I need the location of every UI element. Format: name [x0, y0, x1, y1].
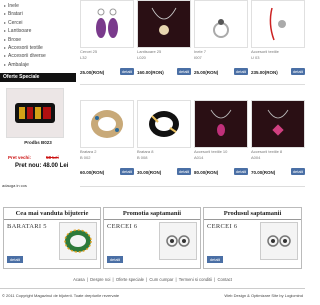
weekly-promo-box: Promotia saptamanii CERCEI 6 detalii: [103, 207, 201, 269]
details-button[interactable]: detalii: [177, 68, 191, 75]
box-item-image[interactable]: [159, 222, 197, 260]
product-image[interactable]: [251, 0, 305, 48]
old-price-label: Pret vechi:: [8, 155, 32, 160]
details-button[interactable]: detalii: [234, 168, 248, 175]
footer-link-how-to-buy[interactable]: Cum cumpar: [149, 277, 173, 282]
category-item[interactable]: Accesorii diverse: [4, 52, 76, 60]
product-name[interactable]: Lantisoare 25: [137, 49, 191, 54]
box-item-name[interactable]: BARATARI 5: [7, 223, 47, 230]
product-image[interactable]: [194, 0, 248, 48]
product-image[interactable]: [80, 100, 134, 148]
product-card: Cercei 25 L32 25.00(RON) detalii: [80, 0, 134, 78]
box-item-image[interactable]: [59, 222, 97, 260]
footer-link-contact[interactable]: Contact: [218, 277, 232, 282]
details-button[interactable]: detalii: [120, 168, 134, 175]
footer-link-home[interactable]: Acasa: [73, 277, 85, 282]
new-price: Pret nou: 48.00 Lei: [15, 163, 69, 169]
category-item[interactable]: Bratari: [4, 10, 76, 18]
product-name[interactable]: Bratara 8: [137, 149, 191, 154]
product-name[interactable]: Accesorii textile 8: [251, 149, 305, 154]
old-price: 58 Lei: [46, 155, 59, 160]
product-card: Lantisoare 25 L020 160.00(RON) detalii: [137, 0, 191, 78]
row-divider: [80, 84, 305, 85]
product-card: Bratara 8 B 008 30.00(RON) detalii: [137, 100, 191, 178]
product-card: Accesorii textile U 03 235.00(RON) detal…: [251, 0, 305, 78]
product-code: B 002: [80, 155, 91, 160]
box-title: Cea mai vanduta bijuterie: [4, 208, 100, 220]
details-button[interactable]: detalii: [7, 256, 23, 263]
details-button[interactable]: detalii: [291, 68, 305, 75]
best-seller-box: Cea mai vanduta bijuterie BARATARI 5 det…: [3, 207, 101, 269]
product-image[interactable]: [251, 100, 305, 148]
special-offer-image[interactable]: [6, 88, 64, 138]
product-code: L020: [137, 55, 146, 60]
category-item[interactable]: Cercei: [4, 19, 76, 27]
product-card: Accesorii textile 8 A004 70.00(RON) deta…: [251, 100, 305, 178]
product-name[interactable]: Accesorii textile 10: [194, 149, 248, 154]
product-card: Bratara 2 B 002 60.00(RON) detalii: [80, 100, 134, 178]
product-code: A014: [194, 155, 204, 160]
product-name[interactable]: Cercei 25: [80, 49, 134, 54]
footer-link-about[interactable]: Despre noi: [90, 277, 110, 282]
copyright-text: © 2011 Copyright Magazinul de bijuterii.…: [2, 293, 120, 298]
product-code: A004: [251, 155, 261, 160]
add-to-cart-link[interactable]: adauga in cos: [2, 183, 27, 188]
box-title: Promotia saptamanii: [104, 208, 200, 220]
footer-link-terms[interactable]: Termeni si conditii: [179, 277, 212, 282]
product-name[interactable]: Accesorii textile: [251, 49, 305, 54]
special-offers-header: Oferte Speciale: [0, 73, 76, 82]
product-code: B 008: [137, 155, 148, 160]
product-image[interactable]: [80, 0, 134, 48]
product-price: 70.00(RON): [251, 170, 276, 175]
product-code: I007: [194, 55, 202, 60]
footer-nav: Acasa | Despre noi | Oferte speciale | C…: [73, 277, 232, 282]
box-item-name[interactable]: CERCEI 6: [207, 223, 237, 230]
product-price: 30.00(RON): [137, 170, 162, 175]
product-name[interactable]: Bratara 2: [80, 149, 134, 154]
details-button[interactable]: detalii: [120, 68, 134, 75]
box-item-image[interactable]: [260, 222, 298, 260]
product-price: 60.00(RON): [80, 170, 105, 175]
details-button[interactable]: detalii: [177, 168, 191, 175]
design-credit[interactable]: Web Design & Optimizare Site by Logicmin…: [224, 293, 303, 298]
product-card: Inele 7 I007 25.00(RON) detalii: [194, 0, 248, 78]
details-button[interactable]: detalii: [291, 168, 305, 175]
footer-link-offers[interactable]: Oferte speciale: [116, 277, 144, 282]
box-title: Produsul saptamanii: [204, 208, 301, 220]
category-item[interactable]: Accesorii textile: [4, 44, 76, 52]
product-name[interactable]: Inele 7: [194, 49, 248, 54]
product-of-week-box: Produsul saptamanii CERCEI 6 detalii: [203, 207, 302, 269]
product-price: 80.00(RON): [194, 170, 219, 175]
product-card: Accesorii textile 10 A014 80.00(RON) det…: [194, 100, 248, 178]
category-item[interactable]: Brose: [4, 36, 76, 44]
special-offer-name[interactable]: Prodbs B023: [0, 140, 76, 145]
product-price: 235.00(RON): [251, 70, 278, 75]
category-item[interactable]: Lantisoare: [4, 27, 76, 35]
category-item[interactable]: Inele: [4, 2, 76, 10]
details-button[interactable]: detalii: [234, 68, 248, 75]
product-code: U 03: [251, 55, 260, 60]
footer-divider: [0, 288, 305, 289]
category-item[interactable]: Ambalaje: [4, 61, 76, 69]
row-divider: [80, 186, 305, 187]
details-button[interactable]: detalii: [107, 256, 123, 263]
category-list: Inele Bratari Cercei Lantisoare Brose Ac…: [0, 0, 76, 69]
product-image[interactable]: [137, 100, 191, 148]
box-item-name[interactable]: CERCEI 6: [107, 223, 137, 230]
product-price: 25.00(RON): [80, 70, 105, 75]
product-price: 25.00(RON): [194, 70, 219, 75]
product-code: L32: [80, 55, 87, 60]
product-image[interactable]: [137, 0, 191, 48]
product-price: 160.00(RON): [137, 70, 164, 75]
product-image[interactable]: [194, 100, 248, 148]
details-button[interactable]: detalii: [207, 256, 223, 263]
